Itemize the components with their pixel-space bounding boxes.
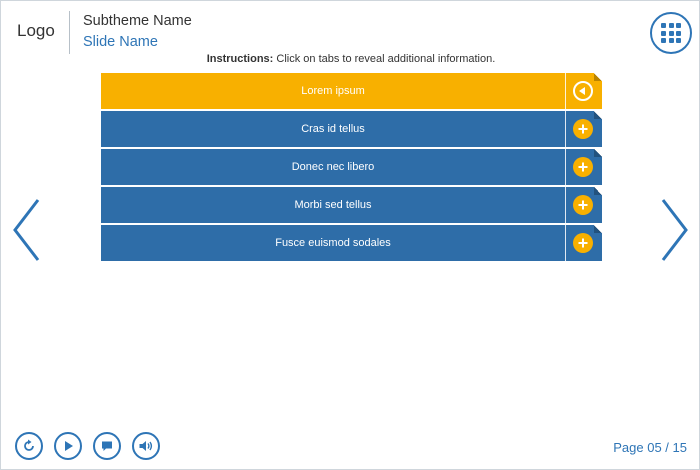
instructions-label: Instructions:	[206, 53, 274, 65]
page-indicator: Page 05 / 15	[613, 440, 687, 455]
header-divider	[69, 11, 70, 54]
tab-corner-fold	[594, 149, 602, 157]
play-icon	[65, 441, 73, 451]
plus-icon[interactable]	[573, 195, 593, 215]
instructions-text: Click on tabs to reveal additional infor…	[276, 53, 496, 65]
logo: Logo	[17, 21, 55, 40]
plus-icon[interactable]	[573, 157, 593, 177]
tab-divider	[565, 73, 566, 109]
slide-name: Slide Name	[83, 34, 158, 50]
plus-icon[interactable]	[573, 119, 593, 139]
tab-donec-nec-libero[interactable]: Donec nec libero	[101, 149, 602, 185]
menu-button[interactable]	[650, 12, 692, 54]
audio-icon	[139, 441, 153, 451]
tab-label: Morbi sed tellus	[294, 199, 372, 211]
accordion-tabs: Lorem ipsum Cras id tellus Donec nec lib…	[101, 73, 602, 263]
plus-icon[interactable]	[573, 233, 593, 253]
audio-button[interactable]	[132, 432, 160, 460]
collapse-arrow-icon[interactable]	[573, 81, 593, 101]
chevron-left-icon	[13, 199, 40, 261]
next-slide-button[interactable]	[660, 198, 690, 262]
tab-corner-fold	[594, 111, 602, 119]
tab-corner-fold	[594, 73, 602, 81]
instructions: Instructions: Click on tabs to reveal ad…	[1, 53, 700, 65]
tab-label: Fusce euismod sodales	[275, 237, 391, 249]
replay-icon	[24, 439, 34, 451]
play-button[interactable]	[54, 432, 82, 460]
previous-slide-button[interactable]	[11, 198, 41, 262]
chevron-right-icon	[661, 199, 688, 261]
comment-icon	[102, 441, 112, 451]
tab-divider	[565, 187, 566, 223]
tab-morbi-sed-tellus[interactable]: Morbi sed tellus	[101, 187, 602, 223]
tab-corner-fold	[594, 187, 602, 195]
replay-button[interactable]	[15, 432, 43, 460]
tab-corner-fold	[594, 225, 602, 233]
tab-lorem-ipsum[interactable]: Lorem ipsum	[101, 73, 602, 109]
tab-cras-id-tellus[interactable]: Cras id tellus	[101, 111, 602, 147]
grid-menu-icon	[661, 23, 681, 43]
tab-divider	[565, 111, 566, 147]
subtheme-name: Subtheme Name	[83, 13, 192, 29]
tab-label: Donec nec libero	[291, 161, 375, 173]
comment-button[interactable]	[93, 432, 121, 460]
tab-label: Lorem ipsum	[301, 85, 365, 97]
tab-divider	[565, 225, 566, 261]
tab-divider	[565, 149, 566, 185]
slide-frame: Logo Subtheme Name Slide Name Instructio…	[0, 0, 700, 470]
tab-label: Cras id tellus	[301, 123, 365, 135]
tab-fusce-euismod-sodales[interactable]: Fusce euismod sodales	[101, 225, 602, 261]
